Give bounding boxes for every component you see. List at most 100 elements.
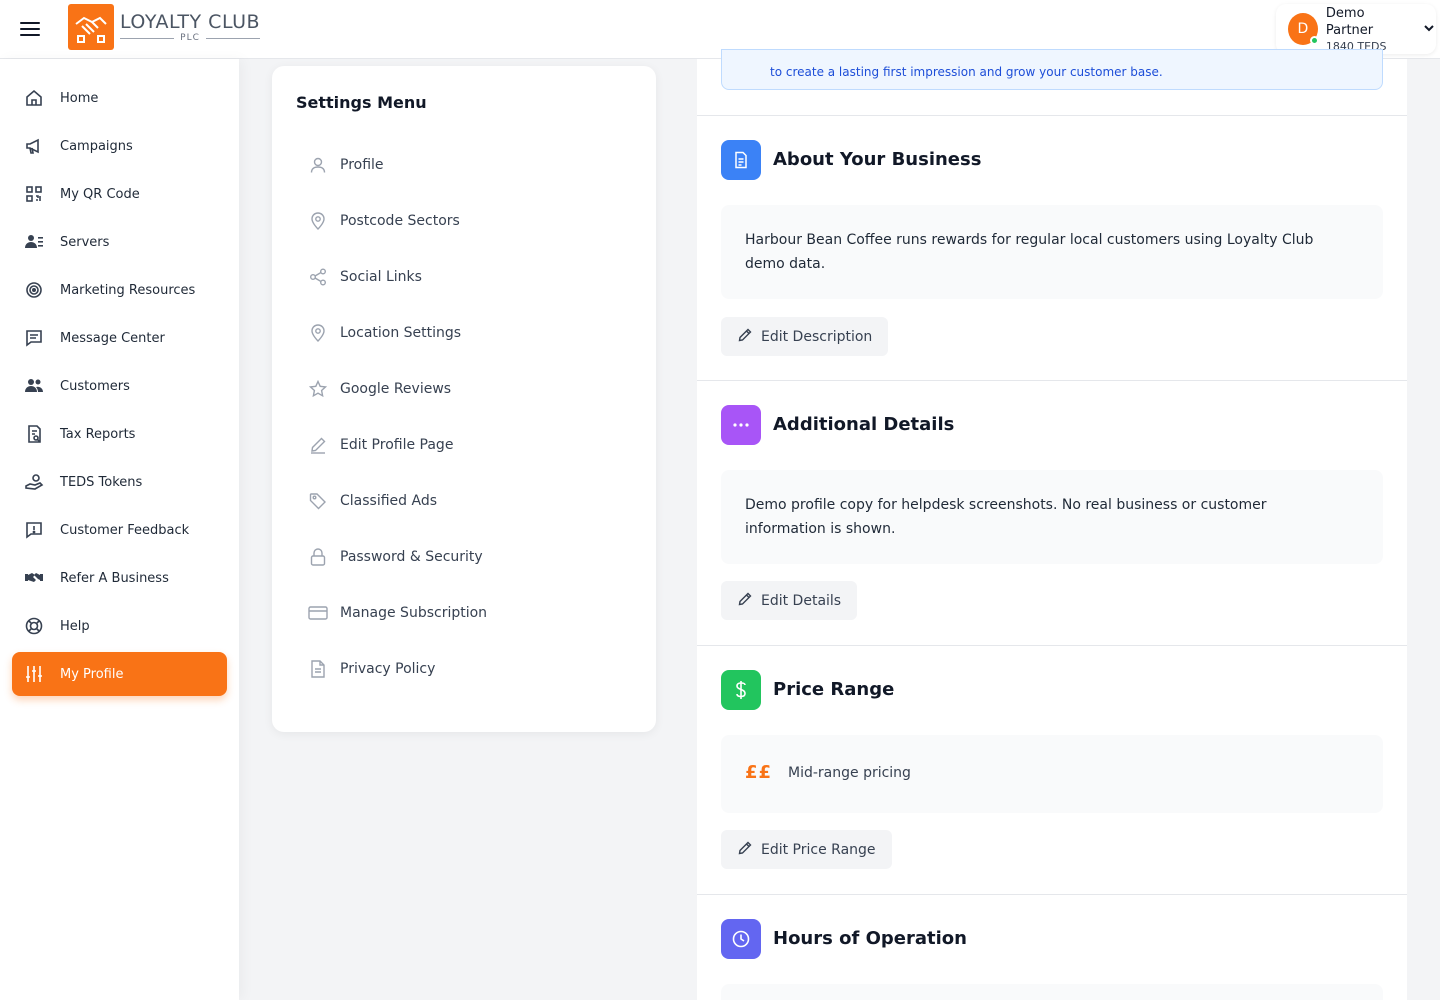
- edit-price-range-button[interactable]: Edit Price Range: [721, 830, 892, 869]
- document-icon: [721, 140, 761, 180]
- share-icon: [308, 267, 328, 287]
- megaphone-icon: [24, 136, 44, 156]
- profile-content: to create a lasting first impression and…: [697, 49, 1407, 1000]
- sidebar-item-my-profile[interactable]: My Profile: [12, 652, 227, 696]
- settings-item-label: Manage Subscription: [340, 605, 488, 621]
- settings-item-label: Postcode Sectors: [340, 213, 460, 229]
- star-icon: [308, 379, 328, 399]
- sidebar-item-campaigns[interactable]: Campaigns: [12, 124, 227, 168]
- divider: [697, 115, 1407, 116]
- sidebar-item-label: My Profile: [60, 666, 124, 682]
- settings-item-label: Password & Security: [340, 549, 483, 565]
- clock-icon: [721, 919, 761, 959]
- target-icon: [24, 280, 44, 300]
- sidebar-item-refer-a-business[interactable]: Refer A Business: [12, 556, 227, 600]
- more-dots-icon: [721, 405, 761, 445]
- sidebar-item-customers[interactable]: Customers: [12, 364, 227, 408]
- settings-item-label: Edit Profile Page: [340, 437, 454, 453]
- pencil-icon: [737, 327, 753, 347]
- servers-icon: [24, 232, 44, 252]
- settings-menu-card: Settings Menu Profile Postcode Sectors S…: [272, 66, 656, 732]
- pencil-icon: [737, 840, 753, 860]
- edit-description-button[interactable]: Edit Description: [721, 317, 889, 356]
- additional-details-title: Additional Details: [773, 414, 955, 435]
- settings-item-edit-profile-page[interactable]: Edit Profile Page: [296, 423, 632, 467]
- settings-item-manage-subscription[interactable]: Manage Subscription: [296, 591, 632, 635]
- about-business-box: Harbour Bean Coffee runs rewards for reg…: [721, 205, 1383, 299]
- settings-item-social-links[interactable]: Social Links: [296, 255, 632, 299]
- sidebar-item-label: Campaigns: [60, 138, 133, 154]
- edit-price-range-label: Edit Price Range: [761, 841, 876, 858]
- settings-item-label: Privacy Policy: [340, 661, 436, 677]
- online-status-dot: [1309, 36, 1319, 45]
- sidebar-item-qr-code[interactable]: My QR Code: [12, 172, 227, 216]
- hours-of-operation-box: [721, 984, 1383, 1000]
- handshake-logo-icon: [68, 4, 114, 50]
- pencil-icon: [737, 591, 753, 611]
- settings-item-label: Profile: [340, 157, 384, 173]
- tokens-icon: [24, 472, 44, 492]
- sidebar-item-teds-tokens[interactable]: TEDS Tokens: [12, 460, 227, 504]
- home-icon: [24, 88, 44, 108]
- info-banner: to create a lasting first impression and…: [721, 49, 1383, 90]
- pencil-icon: [308, 435, 328, 455]
- message-icon: [24, 328, 44, 348]
- sidebar-item-customer-feedback[interactable]: Customer Feedback: [12, 508, 227, 552]
- sidebar-item-home[interactable]: Home: [12, 76, 227, 120]
- user-icon: [308, 155, 328, 175]
- edit-details-label: Edit Details: [761, 592, 842, 609]
- additional-details-box: Demo profile copy for helpdesk screensho…: [721, 470, 1383, 564]
- settings-item-label: Classified Ads: [340, 493, 438, 509]
- logo-title: LOYALTY CLUB: [120, 11, 261, 33]
- settings-item-classified-ads[interactable]: Classified Ads: [296, 479, 632, 523]
- hours-of-operation-title: Hours of Operation: [773, 928, 967, 949]
- settings-item-label: Location Settings: [340, 325, 462, 341]
- tag-icon: [308, 491, 328, 511]
- sidebar-item-help[interactable]: Help: [12, 604, 227, 648]
- sidebar-item-label: Message Center: [60, 330, 165, 346]
- avatar: D: [1288, 13, 1319, 45]
- price-symbol: ££: [745, 762, 773, 783]
- hamburger-menu-icon[interactable]: [20, 18, 44, 38]
- settings-item-location-settings[interactable]: Location Settings: [296, 311, 632, 355]
- sliders-icon: [24, 664, 44, 684]
- settings-item-label: Social Links: [340, 269, 422, 285]
- settings-item-password-security[interactable]: Password & Security: [296, 535, 632, 579]
- sidebar: Home Campaigns My QR Code Servers Market…: [0, 59, 239, 1000]
- lifebuoy-icon: [24, 616, 44, 636]
- price-range-box: ££ Mid-range pricing: [721, 735, 1383, 813]
- sidebar-item-servers[interactable]: Servers: [12, 220, 227, 264]
- edit-details-button[interactable]: Edit Details: [721, 581, 858, 620]
- info-banner-text: to create a lasting first impression and…: [770, 65, 1163, 79]
- sidebar-item-label: Help: [60, 618, 90, 634]
- settings-item-google-reviews[interactable]: Google Reviews: [296, 367, 632, 411]
- price-range-title: Price Range: [773, 679, 895, 700]
- document-icon: [308, 659, 328, 679]
- tax-report-icon: [24, 424, 44, 444]
- about-business-text: Harbour Bean Coffee runs rewards for reg…: [745, 232, 1314, 272]
- edit-description-label: Edit Description: [761, 328, 873, 345]
- sidebar-item-marketing-resources[interactable]: Marketing Resources: [12, 268, 227, 312]
- sidebar-item-tax-reports[interactable]: Tax Reports: [12, 412, 227, 456]
- settings-item-postcode-sectors[interactable]: Postcode Sectors: [296, 199, 632, 243]
- sidebar-item-message-center[interactable]: Message Center: [12, 316, 227, 360]
- sidebar-item-label: Home: [60, 90, 99, 106]
- map-pin-icon: [308, 323, 328, 343]
- credit-card-icon: [308, 603, 328, 623]
- handshake-icon: [24, 568, 44, 588]
- user-menu[interactable]: D Demo Partner 1840 TEDS: [1276, 4, 1436, 54]
- feedback-icon: [24, 520, 44, 540]
- settings-item-privacy-policy[interactable]: Privacy Policy: [296, 647, 632, 691]
- divider: [697, 380, 1407, 381]
- user-name: Demo Partner: [1325, 5, 1374, 38]
- sidebar-item-label: Servers: [60, 234, 110, 250]
- sidebar-item-label: TEDS Tokens: [60, 474, 143, 490]
- sidebar-item-label: Tax Reports: [60, 426, 136, 442]
- settings-item-profile[interactable]: Profile: [296, 143, 632, 187]
- lock-icon: [308, 547, 328, 567]
- chevron-down-icon: [1422, 20, 1436, 39]
- map-pin-icon: [308, 211, 328, 231]
- sidebar-item-label: Customer Feedback: [60, 522, 190, 538]
- logo[interactable]: LOYALTY CLUB PLC: [68, 4, 260, 50]
- sidebar-item-label: Refer A Business: [60, 570, 169, 586]
